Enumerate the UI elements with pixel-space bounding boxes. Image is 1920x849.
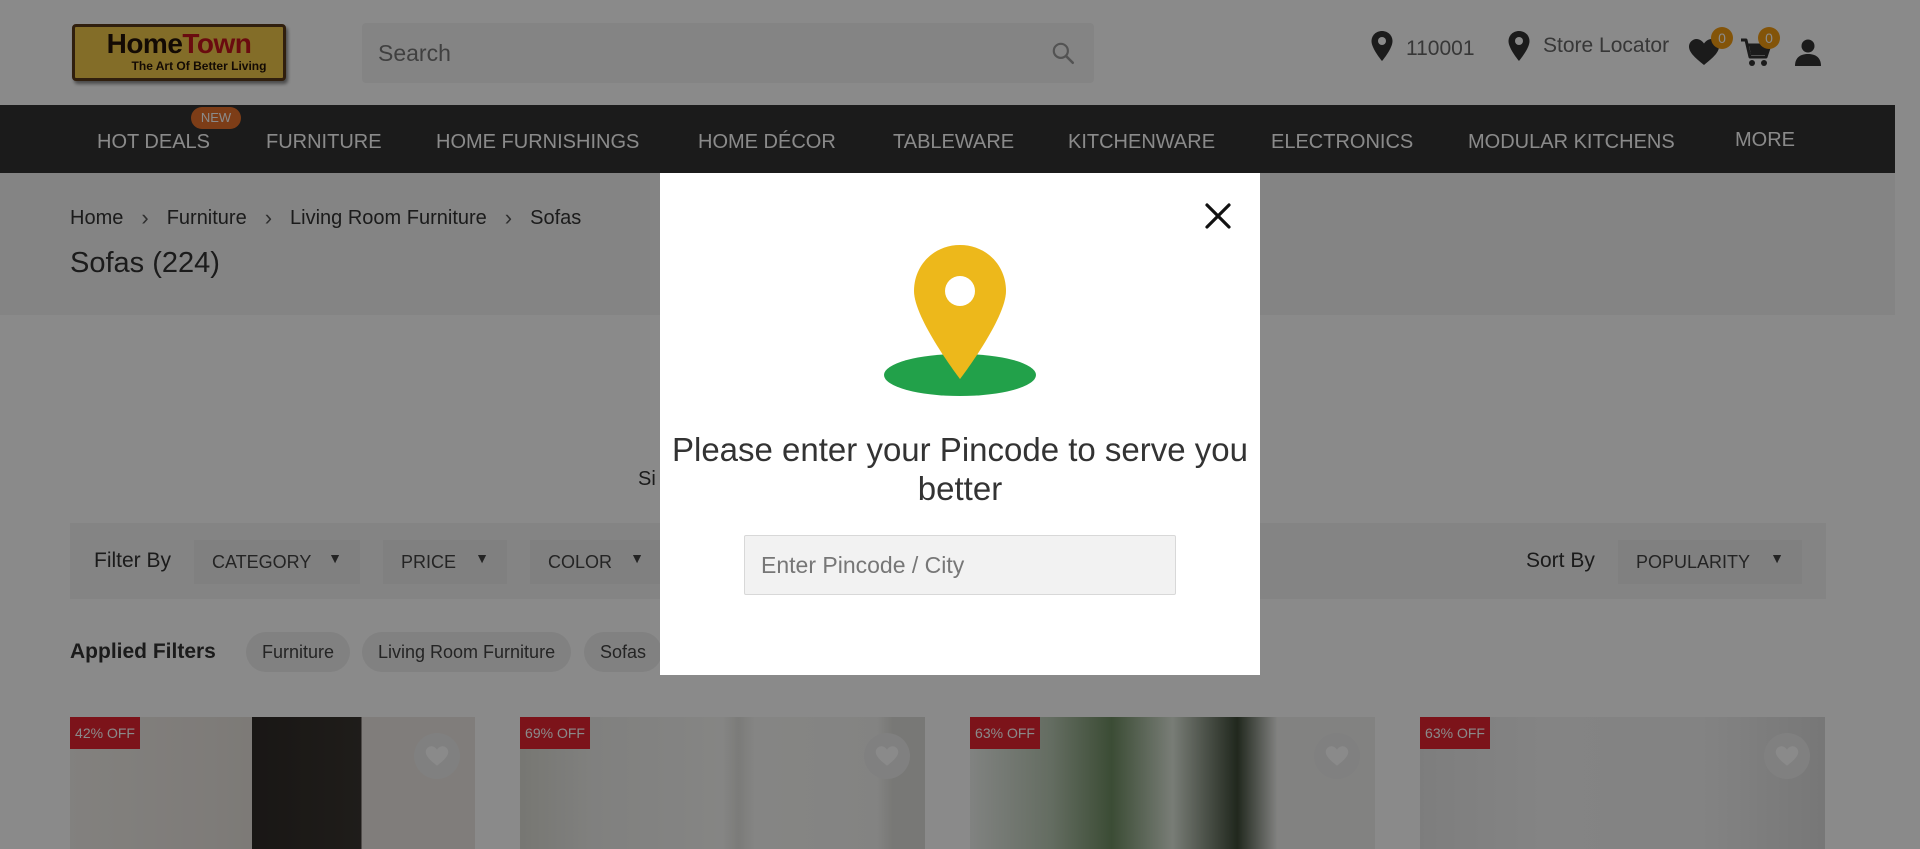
- location-pin-illustration-icon: [884, 245, 1036, 396]
- pincode-input[interactable]: [744, 535, 1176, 595]
- modal-title: Please enter your Pincode to serve you b…: [671, 431, 1248, 507]
- close-icon[interactable]: [1199, 197, 1237, 235]
